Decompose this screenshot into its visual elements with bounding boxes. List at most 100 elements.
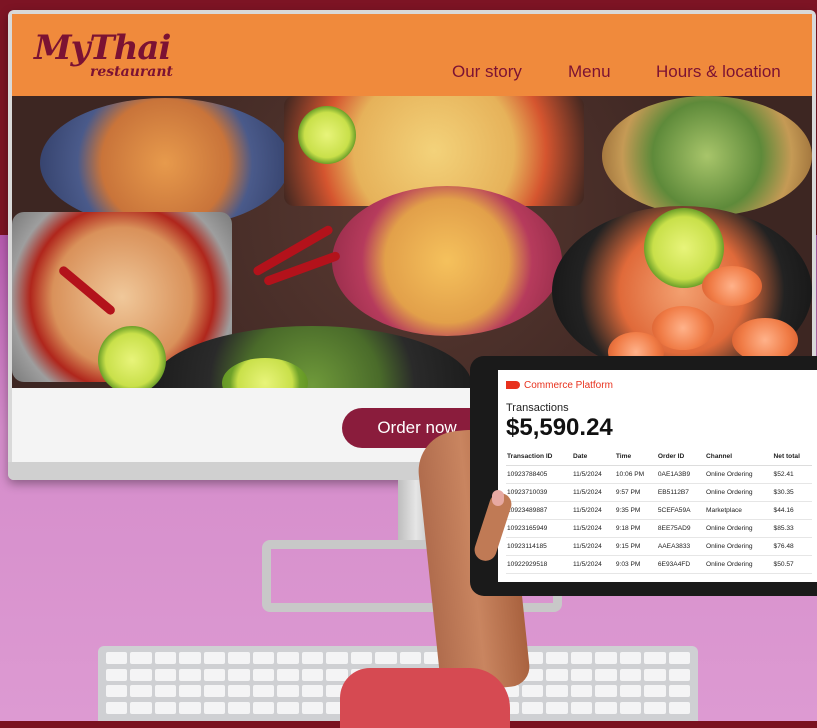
keyboard-key [595,668,617,681]
keyboard-key [130,668,152,681]
keyboard-key [570,652,593,664]
keyboard-key [546,701,568,714]
cell: $30.35 [772,483,812,502]
keyboard-key [154,701,177,714]
keyboard-key [546,652,568,664]
keyboard-key [277,652,299,664]
keyboard-key [595,701,617,714]
keyboard-key [252,685,275,697]
cell: Online Ordering [705,537,773,556]
keyboard-key [644,668,666,681]
keyboard-key [130,685,152,697]
cell: 10923710039 [506,483,572,502]
table-row[interactable]: 10923710039 11/5/2024 9:57 PM EB5112B7 Onlin… [506,483,812,502]
keyboard-key [252,652,275,664]
cell: 9:57 PM [614,483,657,502]
pink-sleeve [340,668,510,728]
table-row[interactable]: 10923788405 11/5/2024 10:06 PM 0AE1A3B9 Onli… [506,465,812,484]
keyboard-key [668,685,690,697]
platform-brand-label: Commerce Platform [524,380,613,391]
cell: 9:35 PM [614,501,657,520]
column-header[interactable]: Order ID [656,450,706,466]
cell: Online Ordering [705,555,773,574]
cell: $76.48 [772,537,812,556]
keyboard-key [301,652,324,664]
keyboard-key [203,652,226,664]
column-header[interactable]: Channel [705,450,773,466]
transactions-total: $5,590.24 [506,414,613,441]
nav-our-story[interactable]: Our story [452,62,522,82]
cell: $44.16 [772,501,812,520]
keyboard-key [570,685,593,697]
keyboard-key [301,668,324,681]
table-header-row: Transaction ID Date Time Order ID Channe… [506,450,812,466]
keyboard-key [106,668,128,681]
table-row[interactable]: 10923114185 11/5/2024 9:15 PM AAEA3833 Onlin… [506,537,812,556]
curry-bowl [40,98,290,228]
keyboard-key [350,652,373,664]
platform-brand: Commerce Platform [506,380,613,391]
cell: 11/5/2024 [571,465,615,484]
column-header[interactable]: Net total [772,450,812,466]
keyboard-key [228,701,250,714]
keyboard-key [619,668,642,681]
cell: 10923489887 [506,501,572,520]
keyboard-key [570,701,593,714]
cell: Marketplace [705,501,773,520]
nav-hours-location[interactable]: Hours & location [656,62,781,82]
cell: 9:18 PM [614,519,657,538]
cell: 9:15 PM [614,537,657,556]
commerce-platform-screen: Commerce Platform Transactions $5,590.24… [498,370,817,582]
keyboard-key [228,685,250,697]
site-header: MyThai restaurant Our story Menu Hours &… [12,14,812,96]
keyboard-key [570,668,593,681]
keyboard-key [521,701,544,714]
keyboard-key [668,652,690,664]
keyboard-key [106,652,128,664]
cell: $52.41 [772,465,812,484]
cell: EB5112B7 [656,483,706,502]
table-row[interactable]: 10922929518 11/5/2024 9:03 PM 6E93A4FD Onlin… [506,555,812,574]
cell: 10922929518 [506,555,572,574]
cell: 11/5/2024 [571,519,615,538]
keyboard-key [375,652,397,664]
column-header[interactable]: Transaction ID [506,450,572,466]
transactions-table: Transaction ID Date Time Order ID Channe… [506,450,812,574]
keyboard-key [179,685,201,697]
table-row[interactable]: 10923489887 11/5/2024 9:35 PM 5CEFA59A Marke… [506,501,812,520]
keyboard-key [252,668,275,681]
cell: 11/5/2024 [571,483,615,502]
keyboard-key [595,652,617,664]
column-header[interactable]: Date [571,450,615,466]
keyboard-key [326,652,348,664]
cell: 11/5/2024 [571,555,615,574]
keyboard-key [179,652,201,664]
cell: 5CEFA59A [656,501,706,520]
red-curry-bowl [332,186,562,336]
keyboard-key [252,701,275,714]
keyboard-key [619,685,642,697]
cell: 10:06 PM [614,465,657,484]
keyboard-key [277,668,299,681]
lime-slice [98,326,166,388]
keyboard-key [595,685,617,697]
keyboard-key [106,685,128,697]
keyboard-key [668,701,690,714]
keyboard-key [301,685,324,697]
tablet-device: Commerce Platform Transactions $5,590.24… [470,356,817,596]
table-row[interactable]: 10923165949 11/5/2024 9:18 PM 8EE75AD9 Onlin… [506,519,812,538]
keyboard-key [619,652,642,664]
keyboard-key [130,652,152,664]
cell: 6E93A4FD [656,555,706,574]
keyboard-key [644,652,666,664]
keyboard-key [644,685,666,697]
keyboard-key [277,685,299,697]
shrimp [702,266,762,306]
keyboard-key [521,685,544,697]
nav-menu[interactable]: Menu [568,62,611,82]
cell: Online Ordering [705,519,773,538]
cell: AAEA3833 [656,537,706,556]
logo[interactable]: MyThai [34,28,171,68]
column-header[interactable]: Time [614,450,657,466]
herb-basket [602,96,812,216]
